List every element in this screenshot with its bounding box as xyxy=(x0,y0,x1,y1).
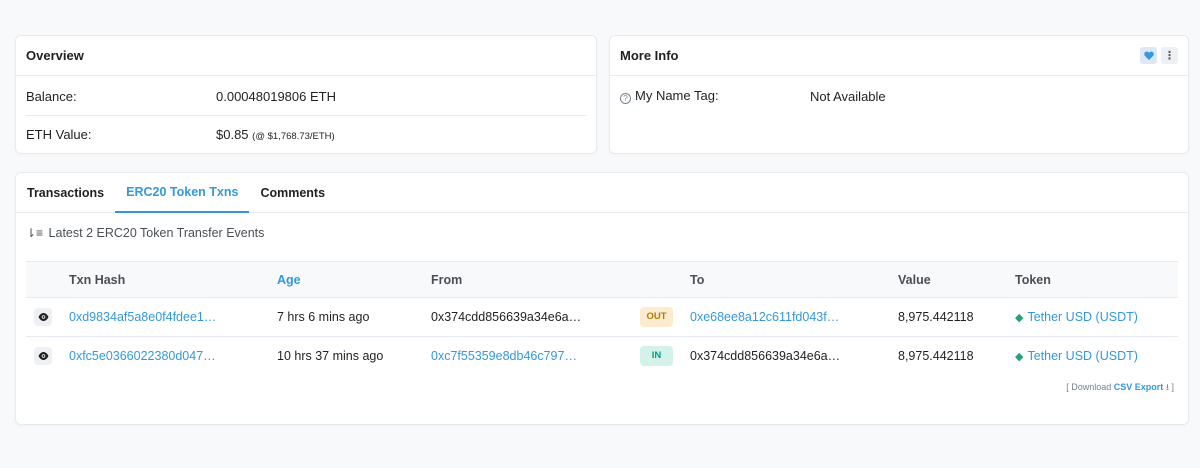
download-icon: ⭳ xyxy=(1165,382,1169,392)
more-info-actions: ⋮ xyxy=(1140,47,1178,64)
txn-hash-link[interactable]: 0xfc5e0366022380d047… xyxy=(69,349,216,363)
csv-export: [ Download CSV Export ⭳ ] xyxy=(1066,380,1174,396)
eth-value-row: ETH Value: $0.85 (@ $1,768.73/ETH) xyxy=(26,115,586,153)
token-link[interactable]: Tether USD (USDT) xyxy=(1027,310,1137,324)
heart-icon[interactable] xyxy=(1140,47,1157,64)
token-transfers-table: Txn Hash Age From To Value Token 0xd9834… xyxy=(26,261,1178,376)
overview-card: Overview Balance: 0.00048019806 ETH ETH … xyxy=(15,35,597,154)
table-header-row: Txn Hash Age From To Value Token xyxy=(26,261,1178,298)
from-cell: 0xc7f55359e8db46c797… xyxy=(431,337,640,376)
header-from: From xyxy=(431,272,463,287)
eye-cell xyxy=(26,337,69,376)
overview-title: Overview xyxy=(26,48,84,63)
eye-cell xyxy=(26,298,69,337)
tab-comments[interactable]: Comments xyxy=(249,173,336,212)
txn-hash-cell: 0xd9834af5a8e0f4fdee1… xyxy=(69,298,277,337)
tether-token-icon: ◆ xyxy=(1015,312,1024,324)
header-txn-hash: Txn Hash xyxy=(69,272,126,287)
txn-hash-link[interactable]: 0xd9834af5a8e0f4fdee1… xyxy=(69,310,216,324)
balance-value: 0.00048019806 ETH xyxy=(216,88,336,104)
to-address-link[interactable]: 0xe68ee8a12c611fd043f… xyxy=(690,310,839,324)
tab-erc20-token-txns[interactable]: ERC20 Token Txns xyxy=(115,173,250,213)
token-cell: ◆ Tether USD (USDT) xyxy=(1015,337,1178,376)
value-cell: 8,975.442118 xyxy=(898,310,974,324)
header-token: Token xyxy=(1015,272,1051,287)
more-info-card: More Info ⋮ ? My Name Tag: Not Available xyxy=(609,35,1189,154)
name-tag-value: Not Available xyxy=(810,88,886,104)
eth-value: $0.85 (@ $1,768.73/ETH) xyxy=(216,127,335,142)
name-tag-row: ? My Name Tag: Not Available xyxy=(620,77,1178,115)
summary-text: Latest 2 ERC20 Token Transfer Events xyxy=(48,226,265,240)
question-circle-icon: ? xyxy=(620,93,631,104)
transactions-card: Transactions ERC20 Token Txns Comments ⇂… xyxy=(15,172,1189,425)
csv-export-link[interactable]: CSV Export xyxy=(1114,382,1164,392)
header-to: To xyxy=(690,272,705,287)
eth-rate: (@ $1,768.73/ETH) xyxy=(252,131,335,142)
name-tag-label-wrap: ? My Name Tag: xyxy=(620,88,810,104)
eth-value-amount: $0.85 xyxy=(216,127,249,142)
tether-token-icon: ◆ xyxy=(1015,351,1024,364)
name-tag-label: My Name Tag: xyxy=(635,88,719,103)
more-info-title: More Info xyxy=(620,48,679,63)
direction-badge-out: OUT xyxy=(640,307,673,327)
header-eye-spacer xyxy=(26,262,69,298)
balance-row: Balance: 0.00048019806 ETH xyxy=(26,77,586,115)
from-cell: 0x374cdd856639a34e6a… xyxy=(431,310,582,324)
from-address-link[interactable]: 0xc7f55359e8db46c797… xyxy=(431,349,577,363)
tab-transactions[interactable]: Transactions xyxy=(16,173,115,212)
header-value: Value xyxy=(898,272,931,287)
to-cell: 0x374cdd856639a34e6a… xyxy=(690,349,841,364)
direction-badge-in: IN xyxy=(640,346,673,367)
summary-line: ⇂≡ Latest 2 ERC20 Token Transfer Events xyxy=(26,226,264,240)
header-direction-spacer xyxy=(640,262,690,298)
age-cell: 10 hrs 37 mins ago xyxy=(277,349,384,364)
more-info-header: More Info ⋮ xyxy=(610,36,1188,76)
direction-cell: IN xyxy=(640,337,690,376)
token-link[interactable]: Tether USD (USDT) xyxy=(1027,349,1137,363)
value-cell: 8,975.442118 xyxy=(898,349,974,364)
direction-cell: OUT xyxy=(640,298,690,337)
balance-label: Balance: xyxy=(26,88,77,104)
eye-icon[interactable] xyxy=(34,308,52,326)
eth-value-label: ETH Value: xyxy=(26,127,92,142)
table-row: 0xd9834af5a8e0f4fdee1… 7 hrs 6 mins ago … xyxy=(26,298,1178,337)
more-options-icon[interactable]: ⋮ xyxy=(1161,47,1178,64)
overview-header: Overview xyxy=(16,36,596,76)
token-cell: ◆ Tether USD (USDT) xyxy=(1015,298,1178,337)
csv-close-text: ] xyxy=(1171,382,1174,392)
tab-bar: Transactions ERC20 Token Txns Comments xyxy=(16,173,1188,213)
to-cell: 0xe68ee8a12c611fd043f… xyxy=(690,298,898,337)
header-age[interactable]: Age xyxy=(277,262,431,298)
csv-open-text: [ Download xyxy=(1066,382,1112,392)
eye-icon[interactable] xyxy=(34,347,52,366)
txn-hash-cell: 0xfc5e0366022380d047… xyxy=(69,337,277,376)
age-cell: 7 hrs 6 mins ago xyxy=(277,310,370,324)
table-row: 0xfc5e0366022380d047… 10 hrs 37 mins ago… xyxy=(26,337,1178,376)
sort-amount-icon: ⇂≡ xyxy=(26,226,44,240)
